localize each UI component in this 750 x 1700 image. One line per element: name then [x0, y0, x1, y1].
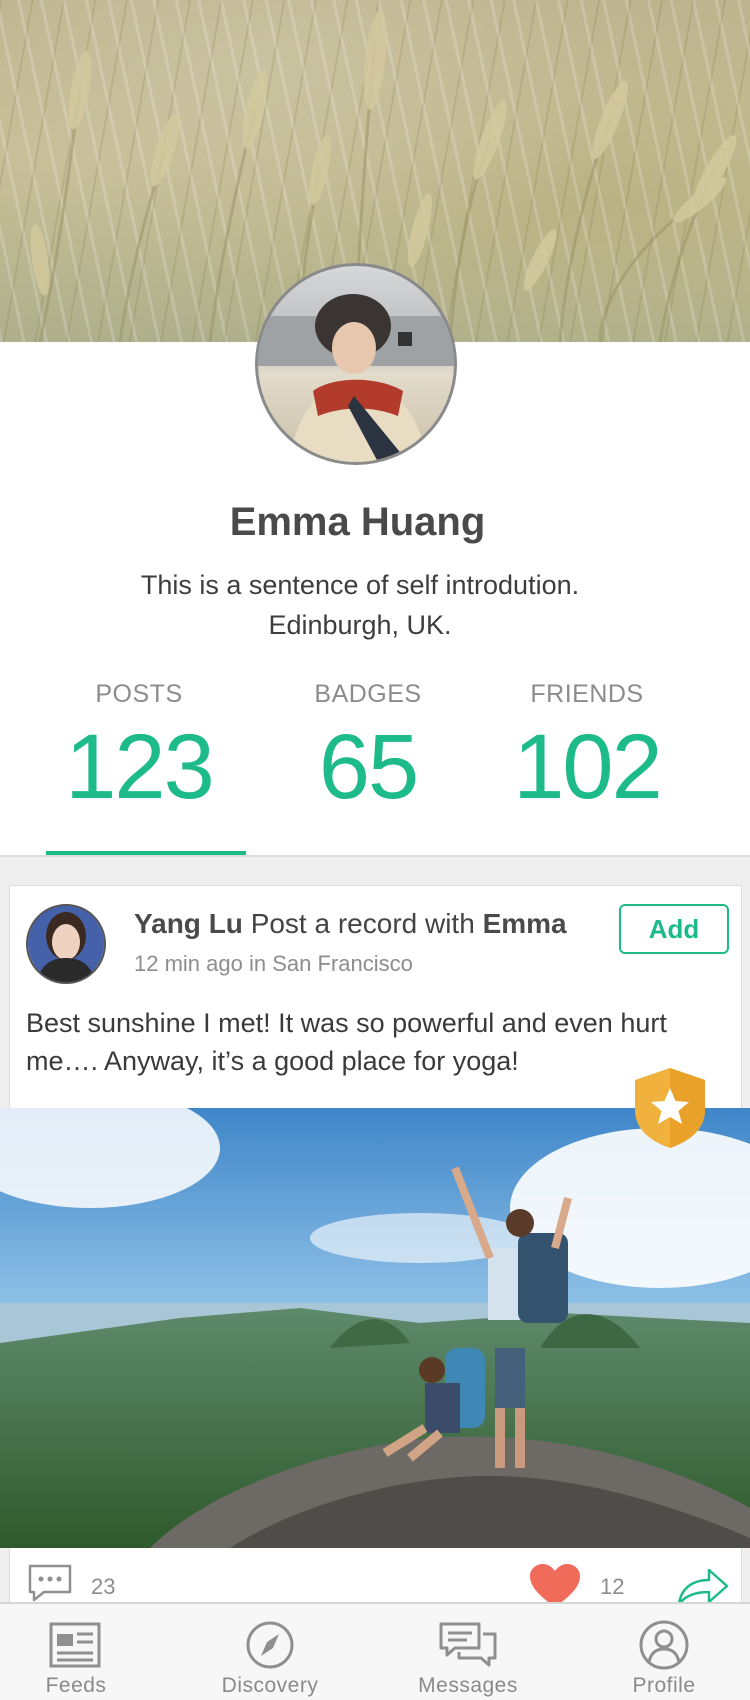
compass-icon — [246, 1621, 294, 1669]
badges-count: 65 — [318, 716, 419, 818]
nav-label-discovery: Discovery — [221, 1674, 319, 1697]
comment-count: 23 — [91, 1574, 116, 1599]
nav-item-messages[interactable]: Messages — [378, 1604, 558, 1700]
nav-item-discovery[interactable]: Discovery — [180, 1604, 360, 1700]
post-actions: 23 12 — [9, 1548, 742, 1607]
like-count: 12 — [600, 1574, 625, 1599]
friends-count: 102 — [513, 716, 663, 818]
tab-friends[interactable]: FRIENDS 102 — [472, 680, 702, 817]
post-photo[interactable] — [0, 1108, 750, 1548]
profile-bio: This is a sentence of self introdution. … — [0, 565, 720, 645]
post-action: Post a record with — [250, 908, 475, 939]
profile-name: Emma Huang — [229, 500, 486, 544]
tab-posts[interactable]: POSTS 123 — [24, 680, 254, 817]
post-header: Yang Lu Post a record with Emma — [134, 908, 567, 940]
posts-count: 123 — [65, 716, 215, 818]
friends-label: FRIENDS — [530, 680, 644, 708]
post-body: Best sunshine I met! It was so powerful … — [26, 1008, 667, 1076]
add-button[interactable]: Add — [619, 904, 729, 954]
posts-label: POSTS — [95, 680, 183, 708]
nav-label-messages: Messages — [418, 1674, 518, 1697]
tagged-user[interactable]: Emma — [483, 908, 567, 939]
tab-badges[interactable]: BADGES 65 — [253, 680, 483, 817]
star-badge-icon[interactable] — [633, 1066, 707, 1150]
nav-item-profile[interactable]: Profile — [574, 1604, 750, 1700]
badges-label: BADGES — [314, 680, 422, 708]
nav-item-feeds[interactable]: Feeds — [0, 1604, 166, 1700]
person-icon — [639, 1620, 689, 1670]
post-timestamp-location: 12 min ago in San Francisco — [134, 951, 413, 976]
author-name[interactable]: Yang Lu — [134, 908, 243, 939]
nav-label-feeds: Feeds — [45, 1674, 107, 1697]
bio-text: This is a sentence of self introdution. — [140, 570, 580, 600]
location-text: Edinburgh, UK. — [268, 610, 452, 640]
newspaper-icon — [49, 1622, 101, 1668]
chat-bubbles-icon — [439, 1622, 497, 1667]
bottom-navigation: Feeds Discovery Messages Profile — [0, 1602, 750, 1700]
comment-icon[interactable] — [26, 1562, 74, 1602]
divider — [0, 855, 750, 857]
nav-label-profile: Profile — [632, 1674, 696, 1697]
profile-avatar[interactable] — [255, 263, 457, 465]
author-avatar[interactable] — [26, 904, 106, 984]
